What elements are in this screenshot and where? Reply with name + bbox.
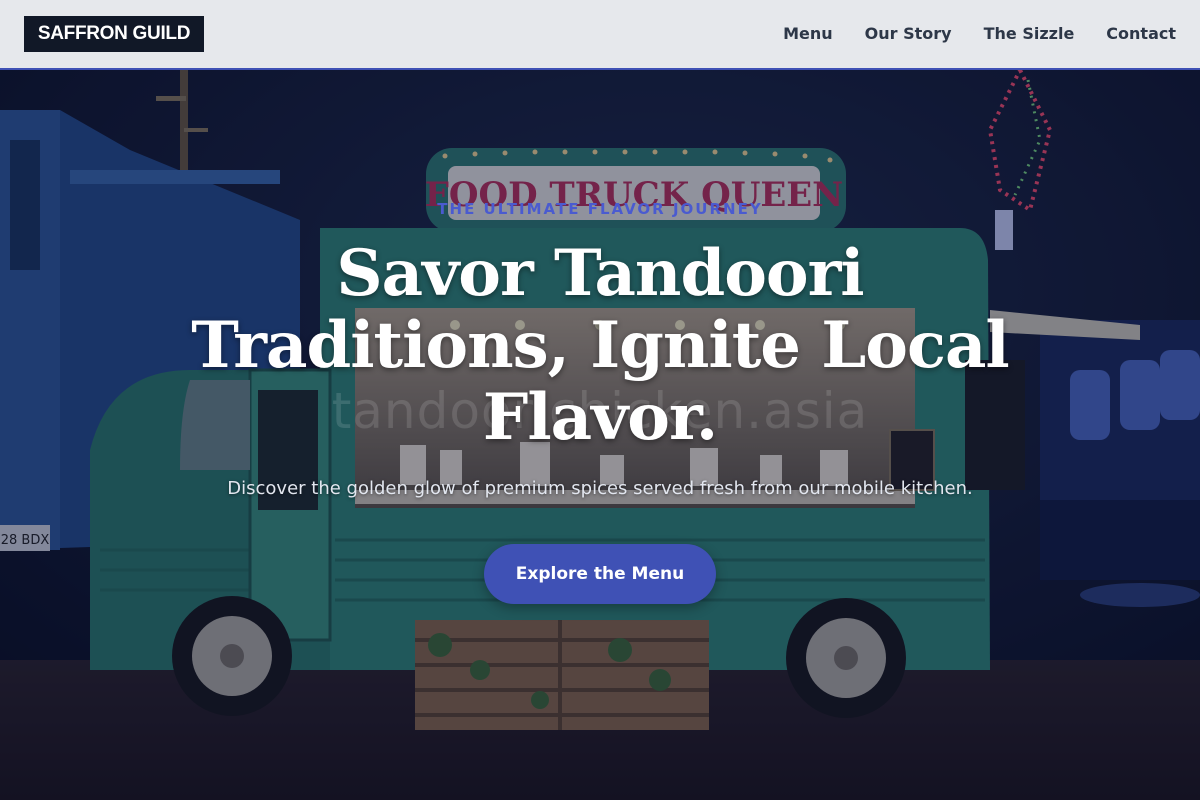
explore-menu-button[interactable]: Explore the Menu bbox=[484, 544, 716, 604]
hero-eyebrow: THE ULTIMATE FLAVOR JOURNEY bbox=[437, 200, 763, 218]
hero-headline: Savor Tandoori Traditions, Ignite Local … bbox=[191, 236, 1009, 455]
nav-link-contact[interactable]: Contact bbox=[1106, 22, 1176, 46]
nav-link-menu[interactable]: Menu bbox=[783, 22, 833, 46]
nav-link-the-sizzle[interactable]: The Sizzle bbox=[984, 22, 1075, 46]
brand-logo[interactable]: SAFFRON GUILD bbox=[24, 16, 204, 52]
main-nav: Menu Our Story The Sizzle Contact bbox=[751, 22, 1176, 46]
site-header: SAFFRON GUILD Menu Our Story The Sizzle … bbox=[0, 0, 1200, 70]
hero-section: 28 BDX FOOD TRUCK QUEEN tandoorichicken.… bbox=[0, 70, 1200, 800]
hero-content: THE ULTIMATE FLAVOR JOURNEY Savor Tandoo… bbox=[0, 70, 1200, 800]
hero-subtitle: Discover the golden glow of premium spic… bbox=[227, 478, 973, 499]
nav-link-our-story[interactable]: Our Story bbox=[865, 22, 952, 46]
